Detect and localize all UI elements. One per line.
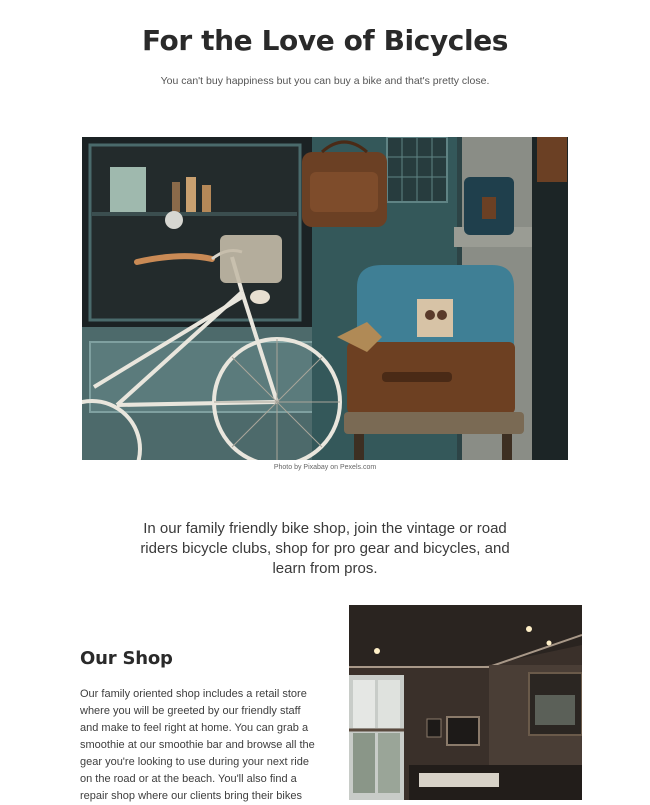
page-title: For the Love of Bicycles	[141, 24, 509, 57]
intro-text: In our family friendly bike shop, join t…	[140, 520, 510, 577]
shop-interior-image	[349, 605, 582, 800]
hero-image-caption: Photo by Pixabay on Pexels.com	[273, 464, 377, 471]
hero-image-vintage-bicycle	[82, 137, 568, 460]
our-shop-description: Our family oriented shop includes a reta…	[80, 688, 315, 802]
our-shop-heading: Our Shop	[80, 648, 173, 669]
site-tagline: You can't buy happiness but you can buy …	[160, 75, 490, 87]
